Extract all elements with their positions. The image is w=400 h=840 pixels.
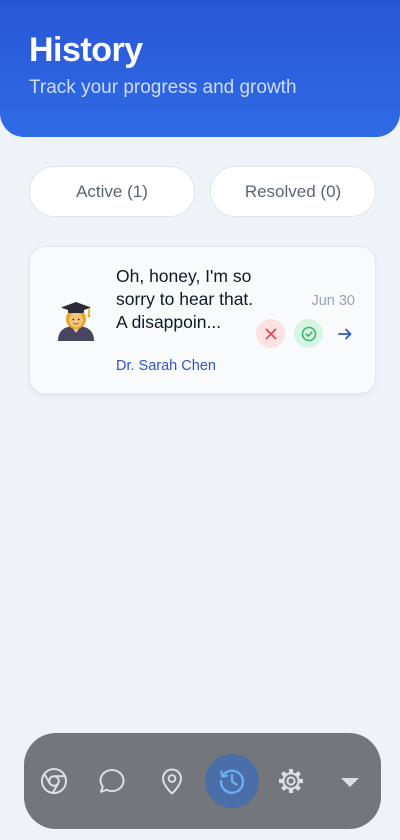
resolve-button[interactable] xyxy=(294,319,323,348)
status-tabs: Active (1) Resolved (0) xyxy=(29,166,376,217)
page-subtitle: Track your progress and growth xyxy=(29,77,297,98)
history-card[interactable]: Oh, honey, I'm so sorry to hear that. A … xyxy=(29,246,376,394)
browser-icon xyxy=(41,768,67,794)
card-actions xyxy=(256,319,356,348)
nav-settings[interactable] xyxy=(264,754,318,808)
arrow-right-icon xyxy=(338,328,352,339)
card-date: Jun 30 xyxy=(311,293,355,309)
tab-active[interactable]: Active (1) xyxy=(29,166,195,217)
page-header: History Track your progress and growth xyxy=(0,0,400,137)
teacher-emoji-icon xyxy=(58,302,94,341)
close-icon xyxy=(265,328,276,339)
reject-button[interactable] xyxy=(256,319,285,348)
location-icon xyxy=(162,768,182,795)
card-author: Dr. Sarah Chen xyxy=(116,358,216,374)
card-message: Oh, honey, I'm so sorry to hear that. A … xyxy=(116,266,254,332)
tab-resolved[interactable]: Resolved (0) xyxy=(210,166,376,217)
nav-more[interactable] xyxy=(323,754,377,808)
open-item-button[interactable] xyxy=(334,323,356,345)
dropdown-icon xyxy=(341,778,359,787)
history-icon xyxy=(219,769,245,794)
nav-browser[interactable] xyxy=(27,754,81,808)
chat-icon xyxy=(99,769,125,793)
nav-chat[interactable] xyxy=(85,754,139,808)
bottom-navigation xyxy=(24,733,381,829)
check-circle-icon xyxy=(301,326,316,341)
nav-location[interactable] xyxy=(145,754,199,808)
page-title: History xyxy=(29,31,143,69)
nav-history[interactable] xyxy=(205,754,259,808)
settings-icon xyxy=(279,769,303,793)
